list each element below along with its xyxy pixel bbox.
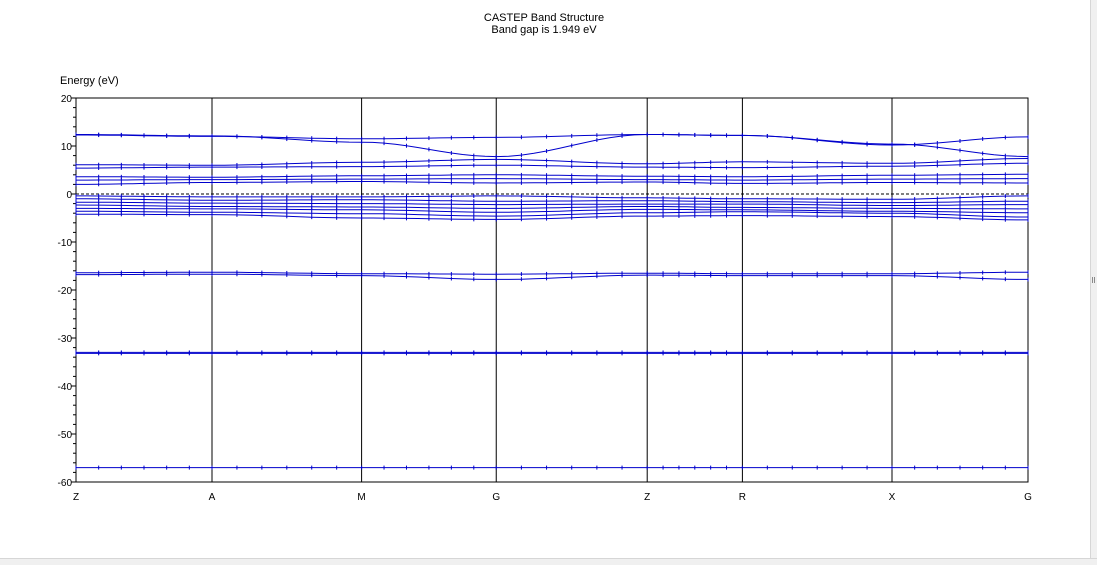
band-line [76,162,1028,169]
band-line [76,181,1028,185]
y-tick-label: 0 [66,190,72,201]
x-tick-label: X [889,492,896,503]
horizontal-scrollbar[interactable] [0,558,1097,565]
band-line [76,158,1029,166]
x-tick-label: M [357,492,365,503]
y-tick-label: -50 [58,430,73,441]
y-tick-label: -40 [58,382,73,393]
x-tick-label: G [492,492,500,503]
x-tick-label: R [739,492,746,503]
plot-frame [75,97,1029,483]
y-tick-label: 20 [61,94,73,105]
resize-grip-icon[interactable] [1092,277,1095,283]
y-tick-label: -20 [58,286,73,297]
band-line [76,173,1028,178]
band-line [76,178,1028,181]
chart-title: CASTEP Band Structure [484,12,604,24]
band-line [76,273,1028,280]
chart-subtitle: Band gap is 1.949 eV [491,24,597,36]
y-tick-label: -30 [58,334,73,345]
band-line [76,134,1029,158]
y-tick-label: -60 [58,478,73,489]
x-tick-label: Z [73,492,79,503]
y-axis-label: Energy (eV) [60,75,119,87]
x-tick-label: G [1024,492,1032,503]
x-tick-label: A [209,492,216,503]
band-structure-chart: CASTEP Band Structure Band gap is 1.949 … [58,12,1033,503]
y-tick-label: 10 [61,142,73,153]
x-tick-label: Z [644,492,650,503]
plot-area: 20100-10-20-30-40-50-60Z A M G Z R X G [58,94,1033,503]
y-tick-label: -10 [58,238,73,249]
band-line [76,195,1029,200]
